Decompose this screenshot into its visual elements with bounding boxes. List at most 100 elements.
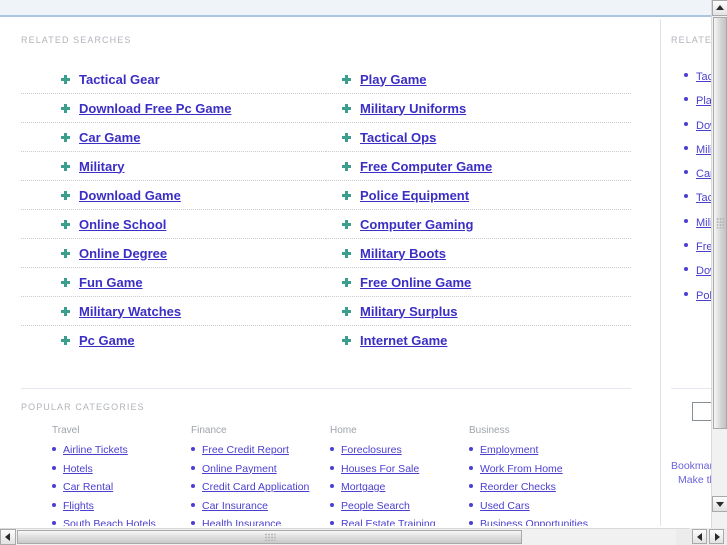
related-search-link[interactable]: Military Watches bbox=[79, 304, 181, 319]
list-item[interactable]: Real Estate Training bbox=[330, 516, 469, 526]
list-item[interactable]: Hotels bbox=[52, 461, 191, 476]
category-link[interactable]: Houses For Sale bbox=[341, 463, 419, 475]
list-item[interactable]: Internet Game bbox=[326, 326, 631, 355]
category-link[interactable]: Health Insurance bbox=[202, 518, 281, 526]
category-link[interactable]: Real Estate Training bbox=[341, 518, 436, 526]
related-search-link[interactable]: Free Online Game bbox=[360, 275, 471, 290]
list-item[interactable]: South Beach Hotels bbox=[52, 516, 191, 526]
list-item[interactable]: Free Credit Report bbox=[191, 442, 330, 457]
category-link[interactable]: Employment bbox=[480, 444, 538, 456]
list-item[interactable]: Houses For Sale bbox=[330, 461, 469, 476]
horizontal-scrollbar-thumb[interactable] bbox=[17, 530, 522, 544]
category-link[interactable]: People Search bbox=[341, 500, 410, 512]
list-item[interactable]: Mortgage bbox=[330, 479, 469, 494]
list-item[interactable]: Car Rental bbox=[52, 479, 191, 494]
inner-vertical-scrollbar[interactable] bbox=[695, 19, 711, 526]
category-link[interactable]: Work From Home bbox=[480, 463, 563, 475]
list-item[interactable]: Tactical Ops bbox=[326, 123, 631, 152]
plus-marker-icon bbox=[61, 219, 70, 229]
plus-marker-icon bbox=[61, 306, 70, 316]
list-item[interactable]: Computer Gaming bbox=[326, 210, 631, 239]
category-link[interactable]: Hotels bbox=[63, 463, 93, 475]
related-search-link[interactable]: Tactical Gear bbox=[79, 72, 160, 87]
list-item[interactable]: Employment bbox=[469, 442, 608, 457]
horizontal-scrollbar[interactable] bbox=[0, 528, 676, 545]
plus-marker-icon bbox=[342, 103, 351, 113]
list-item[interactable]: Foreclosures bbox=[330, 442, 469, 457]
related-search-link[interactable]: Tactical Ops bbox=[360, 130, 436, 145]
category-link[interactable]: Credit Card Application bbox=[202, 481, 309, 493]
category-link[interactable]: Car Rental bbox=[63, 481, 113, 493]
related-search-link[interactable]: Military Boots bbox=[360, 246, 446, 261]
plus-marker-icon bbox=[61, 248, 70, 258]
related-search-link[interactable]: Police Equipment bbox=[360, 188, 469, 203]
related-search-link[interactable]: Pc Game bbox=[79, 333, 135, 348]
list-item[interactable]: Flights bbox=[52, 498, 191, 513]
inner-scroll-left-button[interactable] bbox=[692, 529, 707, 544]
list-item[interactable]: Reorder Checks bbox=[469, 479, 608, 494]
list-item[interactable]: Credit Card Application bbox=[191, 479, 330, 494]
related-search-link[interactable]: Download Free Pc Game bbox=[79, 101, 231, 116]
related-search-link[interactable]: Military bbox=[79, 159, 125, 174]
list-item[interactable]: Car Game bbox=[21, 123, 326, 152]
list-item[interactable]: Military Uniforms bbox=[326, 94, 631, 123]
vertical-scrollbar-thumb[interactable] bbox=[713, 17, 727, 429]
list-item[interactable]: Tactical Gear bbox=[21, 65, 326, 94]
list-item[interactable]: Fun Game bbox=[21, 268, 326, 297]
related-search-link[interactable]: Military Uniforms bbox=[360, 101, 466, 116]
related-search-link[interactable]: Car Game bbox=[79, 130, 140, 145]
list-item[interactable]: Military bbox=[21, 152, 326, 181]
related-search-link[interactable]: Internet Game bbox=[360, 333, 447, 348]
category-link[interactable]: Business Opportunities bbox=[480, 518, 588, 526]
inner-scroll-right-button[interactable] bbox=[709, 529, 724, 544]
category-link[interactable]: Used Cars bbox=[480, 500, 530, 512]
list-item[interactable]: Military Watches bbox=[21, 297, 326, 326]
category-link[interactable]: Foreclosures bbox=[341, 444, 402, 456]
related-search-link[interactable]: Download Game bbox=[79, 188, 181, 203]
category-link[interactable]: Airline Tickets bbox=[63, 444, 128, 456]
category-link[interactable]: Online Payment bbox=[202, 463, 277, 475]
list-item[interactable]: Military Surplus bbox=[326, 297, 631, 326]
list-item[interactable]: Pc Game bbox=[21, 326, 326, 355]
list-item[interactable]: Military Boots bbox=[326, 239, 631, 268]
vertical-scrollbar[interactable] bbox=[711, 0, 727, 529]
list-item[interactable]: Used Cars bbox=[469, 498, 608, 513]
category-link[interactable]: Mortgage bbox=[341, 481, 385, 493]
related-search-link[interactable]: Online School bbox=[79, 217, 166, 232]
related-search-link[interactable]: Play Game bbox=[360, 72, 427, 87]
list-item[interactable]: Online Degree bbox=[21, 239, 326, 268]
plus-marker-icon bbox=[342, 277, 351, 287]
list-item[interactable]: Business Opportunities bbox=[469, 516, 608, 526]
related-search-link[interactable]: Fun Game bbox=[79, 275, 143, 290]
list-item[interactable]: Online School bbox=[21, 210, 326, 239]
list-item[interactable]: Car Insurance bbox=[191, 498, 330, 513]
category-link[interactable]: Free Credit Report bbox=[202, 444, 289, 456]
scroll-left-button[interactable] bbox=[0, 529, 16, 545]
list-item[interactable]: Download Free Pc Game bbox=[21, 94, 326, 123]
category-link[interactable]: Flights bbox=[63, 500, 94, 512]
caret-up-icon bbox=[716, 5, 724, 10]
plus-marker-icon bbox=[61, 103, 70, 113]
list-item[interactable]: Free Online Game bbox=[326, 268, 631, 297]
list-item[interactable]: Download Game bbox=[21, 181, 326, 210]
list-item[interactable]: People Search bbox=[330, 498, 469, 513]
list-item[interactable]: Online Payment bbox=[191, 461, 330, 476]
category-link[interactable]: Car Insurance bbox=[202, 500, 268, 512]
list-item[interactable]: Work From Home bbox=[469, 461, 608, 476]
list-item[interactable]: Health Insurance bbox=[191, 516, 330, 526]
category-title: Travel bbox=[52, 425, 80, 436]
related-search-link[interactable]: Military Surplus bbox=[360, 304, 458, 319]
plus-marker-icon bbox=[61, 277, 70, 287]
related-search-link[interactable]: Computer Gaming bbox=[360, 217, 473, 232]
scroll-up-button[interactable] bbox=[712, 0, 727, 16]
list-item[interactable]: Airline Tickets bbox=[52, 442, 191, 457]
inner-horizontal-scrollbar[interactable] bbox=[689, 528, 727, 545]
scroll-down-button[interactable] bbox=[712, 496, 727, 512]
list-item[interactable]: Police Equipment bbox=[326, 181, 631, 210]
category-link[interactable]: South Beach Hotels bbox=[63, 518, 156, 526]
related-search-link[interactable]: Online Degree bbox=[79, 246, 167, 261]
category-link[interactable]: Reorder Checks bbox=[480, 481, 556, 493]
related-search-link[interactable]: Free Computer Game bbox=[360, 159, 492, 174]
list-item[interactable]: Free Computer Game bbox=[326, 152, 631, 181]
list-item[interactable]: Play Game bbox=[326, 65, 631, 94]
